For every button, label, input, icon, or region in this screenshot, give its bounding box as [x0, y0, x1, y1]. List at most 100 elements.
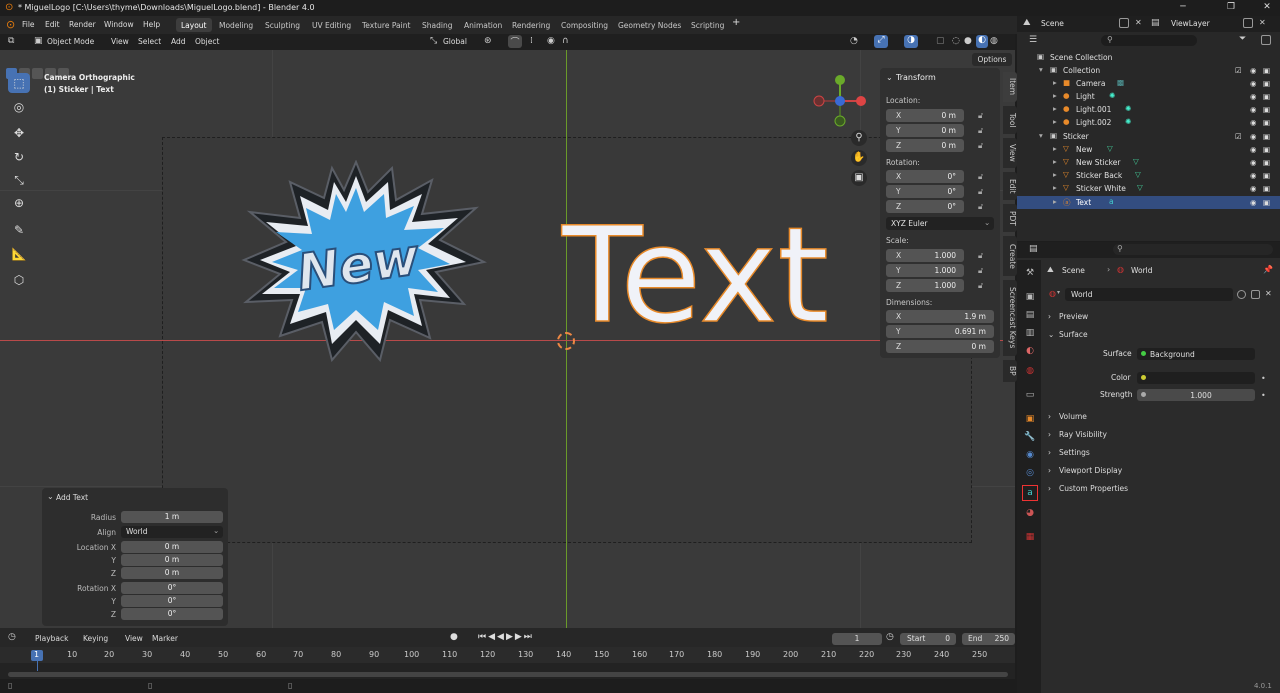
clock-editor-icon[interactable]: ◷: [8, 632, 16, 642]
lock-icon[interactable]: 🔓︎: [978, 187, 983, 197]
rotation-x-field[interactable]: X 0°: [886, 170, 964, 183]
eye-icon[interactable]: ◉: [1250, 66, 1257, 75]
editor-type-icon[interactable]: ▤: [1029, 244, 1038, 254]
move-tool-icon[interactable]: ✥: [8, 123, 30, 143]
keyframe-dot-icon[interactable]: •: [1261, 391, 1266, 400]
rotate-tool-icon[interactable]: ↻: [8, 147, 30, 167]
outliner-row-sticker-back[interactable]: ▸ ▽ Sticker Back ▽ ◉ ▣: [1017, 169, 1280, 182]
eye-icon[interactable]: ◉: [1250, 79, 1257, 88]
render-tab-icon[interactable]: ▣: [1023, 290, 1037, 304]
expand-arrow-icon[interactable]: ▸: [1053, 78, 1057, 87]
eye-icon[interactable]: ◉: [1250, 171, 1257, 180]
collapse-arrow-icon[interactable]: ⌄: [886, 73, 893, 82]
menu-edit[interactable]: Edit: [45, 20, 60, 29]
overlay-toggle-icon[interactable]: ◑: [904, 35, 918, 48]
outliner-row-light-002[interactable]: ▸ ● Light.002 ✺ ◉ ▣: [1017, 116, 1280, 129]
blender-menu-icon[interactable]: ⊙: [6, 18, 15, 31]
wireframe-shading-icon[interactable]: ◌: [952, 36, 960, 46]
eye-icon[interactable]: ◉: [1250, 158, 1257, 167]
tab-edit[interactable]: Edit: [1003, 172, 1017, 200]
camera-render-icon[interactable]: ▣: [1263, 145, 1270, 154]
section-volume[interactable]: › Volume: [1045, 409, 1277, 425]
editor-type-icon[interactable]: ⧉: [8, 36, 14, 46]
rotation-y-field[interactable]: 0°: [121, 595, 223, 607]
menu-playback[interactable]: Playback: [35, 634, 68, 643]
rotation-z-field[interactable]: 0°: [121, 608, 223, 620]
outliner-search-input[interactable]: [1101, 35, 1197, 46]
object-mode-dropdown[interactable]: Object Mode: [47, 37, 94, 46]
camera-render-icon[interactable]: ▣: [1263, 118, 1270, 127]
lock-icon[interactable]: 🔓︎: [978, 172, 983, 182]
pin-icon[interactable]: 📌: [1263, 265, 1273, 274]
text-data-tab-icon[interactable]: a: [1022, 485, 1038, 501]
pan-hand-icon[interactable]: ✋: [851, 150, 867, 166]
properties-search-input[interactable]: [1113, 244, 1273, 255]
location-y-field[interactable]: Y0 m: [886, 124, 964, 137]
camera-render-icon[interactable]: ▣: [1263, 171, 1270, 180]
pivot-icon[interactable]: ⊛: [484, 36, 492, 46]
new-scene-icon[interactable]: [1119, 18, 1129, 28]
lock-icon[interactable]: 🔓︎: [978, 141, 983, 151]
rendered-shading-icon[interactable]: ◍: [990, 36, 998, 46]
camera-render-icon[interactable]: ▣: [1263, 158, 1270, 167]
outliner-row-light-001[interactable]: ▸ ● Light.001 ✺ ◉ ▣: [1017, 103, 1280, 116]
dimension-x-field[interactable]: X 1.9 m: [886, 310, 994, 323]
eye-icon[interactable]: ◉: [1250, 145, 1257, 154]
world-tab-icon[interactable]: ◍: [1023, 364, 1037, 378]
surface-shader-field[interactable]: Background: [1137, 348, 1255, 360]
world-datablock-selector[interactable]: ◍ ▾ World ✕: [1045, 288, 1275, 301]
fake-user-icon[interactable]: [1237, 290, 1246, 299]
transform-header[interactable]: Transform: [896, 73, 936, 82]
visibility-icon[interactable]: ◔: [850, 36, 858, 46]
rotation-mode-dropdown[interactable]: XYZ Euler ⌄: [886, 217, 994, 230]
stopwatch-icon[interactable]: ◷: [886, 632, 894, 642]
scale-x-field[interactable]: X 1.000: [886, 249, 964, 262]
tab-scripting[interactable]: Scripting: [686, 18, 729, 32]
tab-sculpting[interactable]: Sculpting: [260, 18, 305, 32]
menu-add[interactable]: Add: [171, 37, 186, 46]
expand-arrow-icon[interactable]: ▸: [1053, 144, 1057, 153]
menu-file[interactable]: File: [22, 20, 35, 29]
gizmo-x-axis[interactable]: [856, 96, 866, 106]
outliner-row-sticker-white[interactable]: ▸ ▽ Sticker White ▽ ◉ ▣: [1017, 182, 1280, 195]
view-layer-tab-icon[interactable]: ▥: [1023, 326, 1037, 340]
delete-scene-icon[interactable]: ✕: [1135, 18, 1142, 27]
display-mode-icon[interactable]: ☰: [1029, 35, 1037, 45]
select-subtract-icon[interactable]: [32, 68, 43, 79]
new-collection-icon[interactable]: [1261, 35, 1271, 45]
expand-arrow-icon[interactable]: ▸: [1053, 170, 1057, 179]
tab-screencast-keys[interactable]: Screencast Keys: [1003, 280, 1017, 356]
tab-create[interactable]: Create: [1003, 236, 1017, 276]
location-x-field[interactable]: X0 m: [886, 109, 964, 122]
strength-field[interactable]: 1.000: [1137, 389, 1255, 401]
xray-icon[interactable]: ▢: [936, 36, 945, 46]
menu-render[interactable]: Render: [69, 20, 96, 29]
tab-bp[interactable]: BP: [1003, 360, 1017, 382]
text-object[interactable]: Text: [561, 209, 829, 343]
checkbox-icon[interactable]: ☑: [1235, 66, 1242, 75]
outliner-row-collection[interactable]: ▾ ▣ Collection ☑ ◉ ▣: [1017, 64, 1280, 77]
eye-icon[interactable]: ◉: [1250, 184, 1257, 193]
snap-target-icon[interactable]: ⁞: [530, 36, 533, 46]
tab-texture-paint[interactable]: Texture Paint: [357, 18, 415, 32]
align-dropdown[interactable]: World ⌄: [121, 526, 223, 538]
options-dropdown[interactable]: Options: [972, 53, 1012, 66]
tab-compositing[interactable]: Compositing: [556, 18, 613, 32]
camera-render-icon[interactable]: ▣: [1263, 66, 1270, 75]
menu-object[interactable]: Object: [195, 37, 219, 46]
tool-tab-icon[interactable]: ⚒: [1023, 266, 1037, 280]
delete-viewlayer-icon[interactable]: ✕: [1259, 18, 1266, 27]
tab-animation[interactable]: Animation: [459, 18, 507, 32]
outliner-row-camera[interactable]: ▸ ■ Camera ▩ ◉ ▣: [1017, 77, 1280, 90]
collapse-arrow-icon[interactable]: ▾: [1039, 131, 1043, 140]
scale-z-field[interactable]: Z 1.000: [886, 279, 964, 292]
tab-item[interactable]: Item: [1003, 72, 1017, 102]
lock-icon[interactable]: 🔓︎: [978, 251, 983, 261]
falloff-icon[interactable]: ∩: [562, 36, 569, 46]
tab-geometry-nodes[interactable]: Geometry Nodes: [613, 18, 686, 32]
material-tab-icon[interactable]: ◕: [1023, 506, 1037, 520]
solid-shading-icon[interactable]: ●: [964, 36, 972, 46]
expand-arrow-icon[interactable]: ▸: [1053, 104, 1057, 113]
section-viewport-display[interactable]: › Viewport Display: [1045, 463, 1277, 479]
tab-rendering[interactable]: Rendering: [507, 18, 555, 32]
